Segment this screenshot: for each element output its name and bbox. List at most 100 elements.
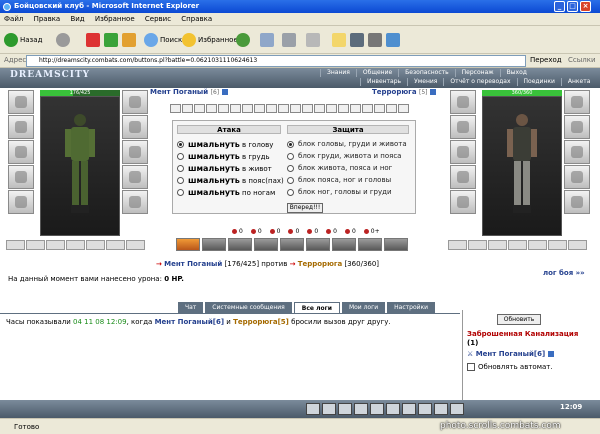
sound-icon[interactable] xyxy=(402,403,416,415)
info-icon[interactable] xyxy=(429,89,436,95)
item-slot[interactable] xyxy=(46,240,65,250)
checkbox[interactable] xyxy=(467,363,475,371)
ext-button-2[interactable] xyxy=(368,31,384,49)
back-button[interactable]: Назад xyxy=(4,31,42,49)
radio-button[interactable] xyxy=(177,152,184,160)
radio-button[interactable] xyxy=(287,188,294,196)
media-button[interactable] xyxy=(236,31,252,49)
forward-button[interactable] xyxy=(56,31,72,49)
info-icon[interactable] xyxy=(434,403,448,415)
nav-character[interactable]: Персонаж xyxy=(454,69,500,77)
item-slot[interactable] xyxy=(528,240,547,250)
item-slot[interactable] xyxy=(86,240,105,250)
helmet-slot[interactable] xyxy=(450,90,476,114)
defense-option-2[interactable]: блок груди, живота и пояса xyxy=(287,151,401,161)
nav-exit[interactable]: Выход xyxy=(499,69,533,77)
go-button[interactable]: Переход xyxy=(530,56,562,64)
nav-knowledge[interactable]: Знания xyxy=(320,69,356,77)
radio-button[interactable] xyxy=(287,176,294,184)
location-player[interactable]: ⚔ Мент Поганый[6] xyxy=(467,350,554,358)
menu-tools[interactable]: Сервис xyxy=(141,13,175,26)
minimize-button[interactable]: _ xyxy=(554,1,565,12)
nav-security[interactable]: Безопасность xyxy=(398,69,455,77)
bracers-slot[interactable] xyxy=(8,115,34,139)
nav-communication[interactable]: Общение xyxy=(355,69,398,77)
boots-slot[interactable] xyxy=(122,190,148,214)
exit-icon[interactable] xyxy=(450,403,464,415)
tab-all-logs[interactable]: Все логи xyxy=(293,302,340,313)
translit-icon[interactable] xyxy=(370,403,384,415)
defense-option-3[interactable]: блок живота, пояса и ног xyxy=(287,163,392,173)
skill-button[interactable] xyxy=(228,238,252,251)
defense-option-5[interactable]: блок ног, головы и груди xyxy=(287,187,392,197)
boots-slot[interactable] xyxy=(564,190,590,214)
menu-edit[interactable]: Правка xyxy=(30,13,65,26)
item-slot[interactable] xyxy=(6,240,25,250)
clear-icon[interactable] xyxy=(354,403,368,415)
radio-button[interactable] xyxy=(177,176,184,184)
skill-button[interactable] xyxy=(176,238,200,251)
skill-button[interactable] xyxy=(358,238,382,251)
skill-button[interactable] xyxy=(254,238,278,251)
folder-button[interactable] xyxy=(332,31,348,49)
item-slot[interactable] xyxy=(448,240,467,250)
menu-file[interactable]: Файл xyxy=(0,13,27,26)
auto-refresh-toggle[interactable]: Обновлять автомат. xyxy=(467,363,553,371)
item-slot[interactable] xyxy=(468,240,487,250)
skill-button[interactable] xyxy=(280,238,304,251)
refresh-button[interactable] xyxy=(104,31,120,49)
tab-settings[interactable]: Настройки xyxy=(387,302,436,313)
belt-slot[interactable] xyxy=(8,190,34,214)
nav-fights[interactable]: Поединки xyxy=(516,78,561,86)
helmet-slot[interactable] xyxy=(8,90,34,114)
skill-button[interactable] xyxy=(306,238,330,251)
item-slot[interactable] xyxy=(508,240,527,250)
attack-option-belly[interactable]: шмальнуть в живот xyxy=(177,163,272,173)
chat-player-link[interactable]: Мент Поганый[6] xyxy=(155,318,224,326)
pants-slot[interactable] xyxy=(122,165,148,189)
info-icon[interactable] xyxy=(221,89,228,95)
attack-option-legs[interactable]: шмальнуть по ногам xyxy=(177,187,275,197)
versus-me[interactable]: Мент Поганый xyxy=(164,260,222,268)
item-slot[interactable] xyxy=(66,240,85,250)
radio-button[interactable] xyxy=(177,140,184,148)
stop-button[interactable] xyxy=(86,31,102,49)
nav-inventory[interactable]: Инвентарь xyxy=(360,78,407,86)
favorites-button[interactable]: Избранное xyxy=(182,31,238,49)
chat-opponent-link[interactable]: Террорюга[5] xyxy=(233,318,289,326)
battle-log-link[interactable]: лог боя »» xyxy=(543,269,585,277)
radio-button[interactable] xyxy=(287,164,294,172)
radio-button[interactable] xyxy=(287,140,294,148)
item-slot[interactable] xyxy=(126,240,145,250)
weapon-slot[interactable] xyxy=(8,140,34,164)
bracers-slot[interactable] xyxy=(450,115,476,139)
settings-icon[interactable] xyxy=(418,403,432,415)
radio-button[interactable] xyxy=(287,152,294,160)
skill-button[interactable] xyxy=(384,238,408,251)
menu-help[interactable]: Справка xyxy=(177,13,216,26)
skill-button[interactable] xyxy=(332,238,356,251)
chat-send-icon[interactable] xyxy=(306,403,320,415)
shield-slot[interactable] xyxy=(564,140,590,164)
item-slot[interactable] xyxy=(26,240,45,250)
radio-button[interactable] xyxy=(177,164,184,172)
nav-transfers[interactable]: Отчёт о переводах xyxy=(443,78,516,86)
tab-my-logs[interactable]: Мои логи xyxy=(341,302,386,313)
menu-favorites[interactable]: Избранное xyxy=(91,13,139,26)
smile-icon[interactable] xyxy=(322,403,336,415)
print-button[interactable] xyxy=(282,31,298,49)
home-button[interactable] xyxy=(122,31,138,49)
maximize-button[interactable]: □ xyxy=(567,1,578,12)
mail-button[interactable] xyxy=(260,31,276,49)
right-avatar[interactable] xyxy=(482,96,562,236)
skill-button[interactable] xyxy=(202,238,226,251)
links-label[interactable]: Ссылки xyxy=(568,56,596,64)
menu-view[interactable]: Вид xyxy=(66,13,88,26)
nav-profile[interactable]: Анкета xyxy=(560,78,597,86)
shield-slot[interactable] xyxy=(122,140,148,164)
left-player-name[interactable]: Мент Поганый [6] xyxy=(150,88,228,96)
close-button[interactable]: × xyxy=(580,1,591,12)
left-avatar[interactable] xyxy=(40,96,120,236)
tab-chat[interactable]: Чат xyxy=(178,302,204,313)
attack-option-head[interactable]: шмальнуть в голову xyxy=(177,139,273,149)
